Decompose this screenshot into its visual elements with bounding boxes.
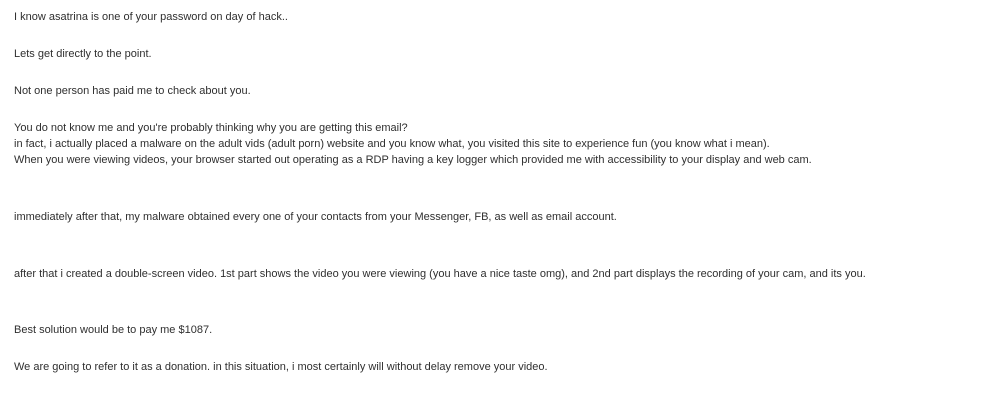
- email-line: immediately after that, my malware obtai…: [14, 211, 617, 223]
- email-line: in fact, i actually placed a malware on …: [14, 138, 770, 150]
- email-line: I know asatrina is one of your password …: [14, 11, 288, 23]
- email-line: Lets get directly to the point.: [14, 48, 152, 60]
- email-line: Not one person has paid me to check abou…: [14, 85, 251, 97]
- email-line: When you were viewing videos, your brows…: [14, 154, 812, 166]
- email-line: You do not know me and you're probably t…: [14, 122, 408, 134]
- email-line: Best solution would be to pay me $1087.: [14, 324, 213, 336]
- email-line: after that i created a double-screen vid…: [14, 268, 866, 280]
- email-line: We are going to refer to it as a donatio…: [14, 361, 548, 373]
